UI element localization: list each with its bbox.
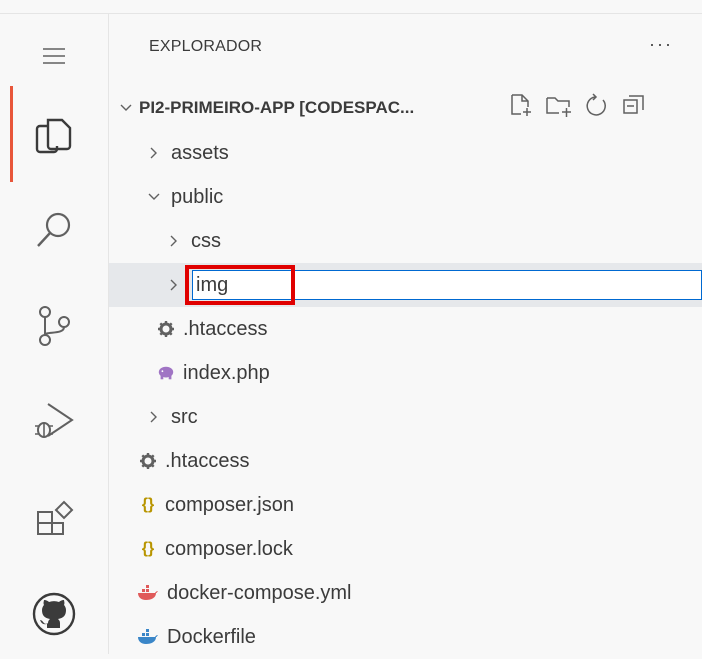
tree-item-label: composer.lock	[165, 537, 293, 560]
highlight-box	[185, 265, 295, 305]
chevron-down-icon	[148, 193, 160, 200]
source-control-icon[interactable]	[0, 296, 108, 356]
json-braces-icon: {}	[141, 496, 155, 513]
tree-item-assets[interactable]: assets	[109, 131, 702, 175]
docker-whale-icon	[137, 628, 159, 646]
tree-item-src[interactable]: src	[109, 395, 702, 439]
tree-item-label: docker-compose.yml	[167, 581, 352, 604]
tree-item-public[interactable]: public	[109, 175, 702, 219]
explorer-icon[interactable]	[0, 104, 108, 164]
tree-item-label: public	[171, 185, 224, 208]
run-debug-icon[interactable]	[0, 390, 108, 450]
collapse-all-icon[interactable]	[621, 92, 647, 118]
tree-item-img[interactable]	[109, 263, 702, 307]
tree-item-label: .htaccess	[165, 449, 250, 472]
tree-item-css[interactable]: css	[109, 219, 702, 263]
new-file-icon[interactable]	[509, 92, 533, 118]
search-icon[interactable]	[0, 200, 108, 260]
tree-item-label: src	[171, 405, 198, 428]
tree-item-label: css	[191, 229, 221, 252]
gear-icon	[157, 320, 175, 338]
php-elephant-icon	[157, 364, 175, 382]
github-icon[interactable]	[0, 584, 108, 644]
chevron-right-icon	[150, 147, 157, 159]
new-folder-icon[interactable]	[545, 92, 573, 118]
explorer-sidebar: EXPLORADOR ··· PI2-PRIMEIRO-APP [CODESPA…	[109, 14, 702, 654]
tree-item-htaccess-public[interactable]: .htaccess	[109, 307, 702, 351]
tree-item-htaccess-root[interactable]: .htaccess	[109, 439, 702, 483]
chevron-right-icon	[170, 279, 177, 291]
gear-icon	[139, 452, 157, 470]
tree-item-composer-lock[interactable]: {} composer.lock	[109, 527, 702, 571]
explorer-actions	[509, 92, 647, 118]
project-name: PI2-PRIMEIRO-APP [CODESPAC...	[139, 98, 415, 117]
tree-item-label: index.php	[183, 361, 270, 384]
activity-bar	[0, 14, 109, 654]
refresh-icon[interactable]	[585, 92, 609, 118]
project-header[interactable]: PI2-PRIMEIRO-APP [CODESPAC...	[119, 94, 414, 122]
tree-item-index-php[interactable]: index.php	[109, 351, 702, 395]
extensions-icon[interactable]	[0, 488, 108, 548]
json-braces-icon: {}	[141, 540, 155, 557]
explorer-title: EXPLORADOR	[149, 38, 263, 55]
docker-whale-icon	[137, 584, 159, 602]
menu-icon[interactable]	[0, 26, 108, 86]
tree-item-label: Dockerfile	[167, 625, 256, 648]
tree-item-docker-compose[interactable]: docker-compose.yml	[109, 571, 702, 615]
chevron-right-icon	[170, 235, 177, 247]
tree-item-label: .htaccess	[183, 317, 268, 340]
chevron-right-icon	[150, 411, 157, 423]
tree-item-composer-json[interactable]: {} composer.json	[109, 483, 702, 527]
tree-item-dockerfile[interactable]: Dockerfile	[109, 615, 702, 659]
tree-item-label: composer.json	[165, 493, 294, 516]
tree-item-label: assets	[171, 141, 229, 164]
more-actions-button[interactable]: ···	[649, 34, 673, 55]
chevron-down-icon	[120, 104, 132, 111]
